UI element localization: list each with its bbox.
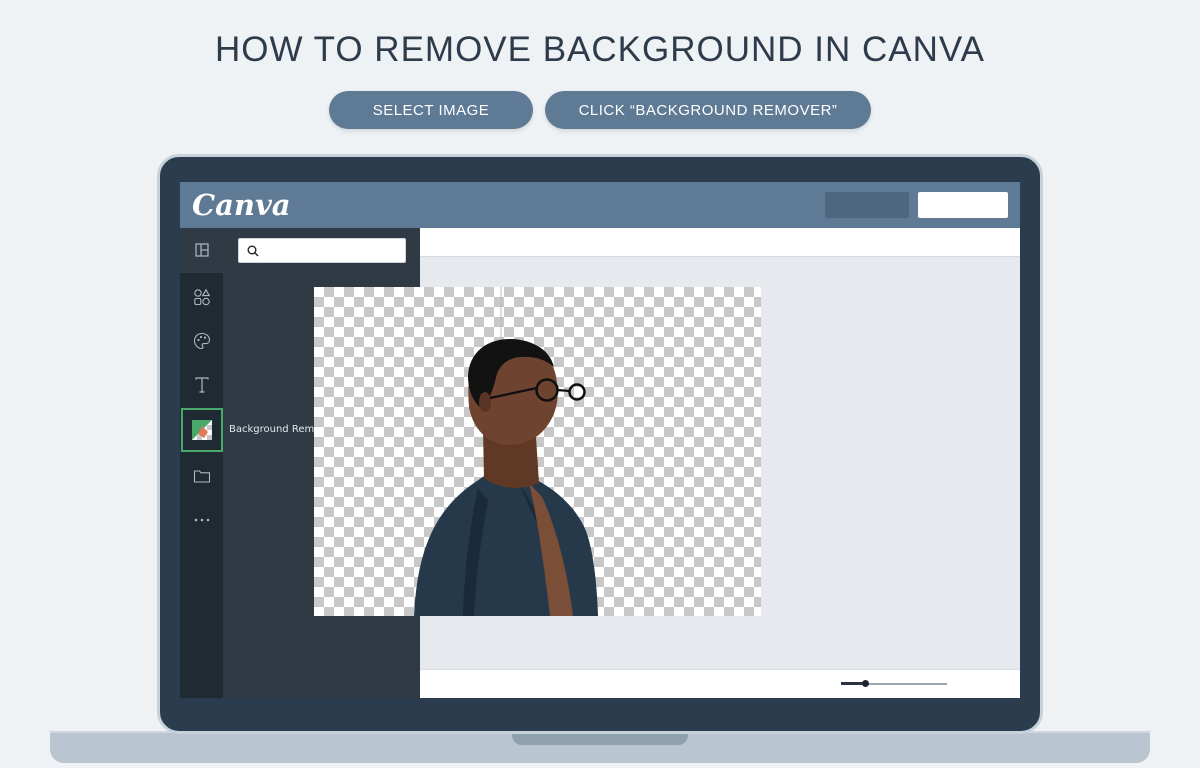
canva-logo: Canva bbox=[192, 188, 291, 222]
sidebar-item-background-remover[interactable] bbox=[181, 408, 223, 452]
palette-icon bbox=[193, 332, 210, 350]
sidebar-item-templates[interactable] bbox=[180, 228, 223, 272]
folder-icon bbox=[193, 470, 210, 483]
page-headline: HOW TO REMOVE BACKGROUND IN CANVA bbox=[214, 30, 986, 69]
search-box[interactable] bbox=[238, 238, 406, 263]
sidebar-item-elements[interactable] bbox=[180, 275, 223, 319]
topbar-share-button[interactable] bbox=[825, 192, 909, 218]
app-topbar: Canva bbox=[180, 182, 1020, 228]
search-input[interactable] bbox=[265, 240, 405, 261]
sidebar-item-text[interactable] bbox=[180, 363, 223, 407]
elements-icon bbox=[193, 288, 210, 306]
sidebar-rail bbox=[180, 228, 223, 698]
canvas-toolbar bbox=[420, 228, 1020, 257]
sidebar-item-styles[interactable] bbox=[180, 319, 223, 363]
person-cutout-image[interactable] bbox=[314, 287, 761, 616]
background-remover-icon bbox=[192, 420, 212, 440]
text-icon bbox=[194, 377, 209, 393]
zoom-slider-handle[interactable] bbox=[862, 680, 869, 687]
step-background-remover-pill: CLICK “BACKGROUND REMOVER” bbox=[545, 91, 871, 129]
more-icon bbox=[194, 518, 209, 522]
step-select-image-pill: SELECT IMAGE bbox=[329, 91, 533, 129]
search-icon bbox=[247, 245, 259, 256]
laptop-notch bbox=[512, 733, 688, 745]
topbar-download-button[interactable] bbox=[918, 192, 1008, 218]
design-page[interactable] bbox=[314, 287, 761, 616]
sidebar-item-uploads[interactable] bbox=[180, 454, 223, 498]
sidebar-item-more[interactable] bbox=[180, 498, 223, 542]
layout-icon bbox=[194, 243, 209, 257]
